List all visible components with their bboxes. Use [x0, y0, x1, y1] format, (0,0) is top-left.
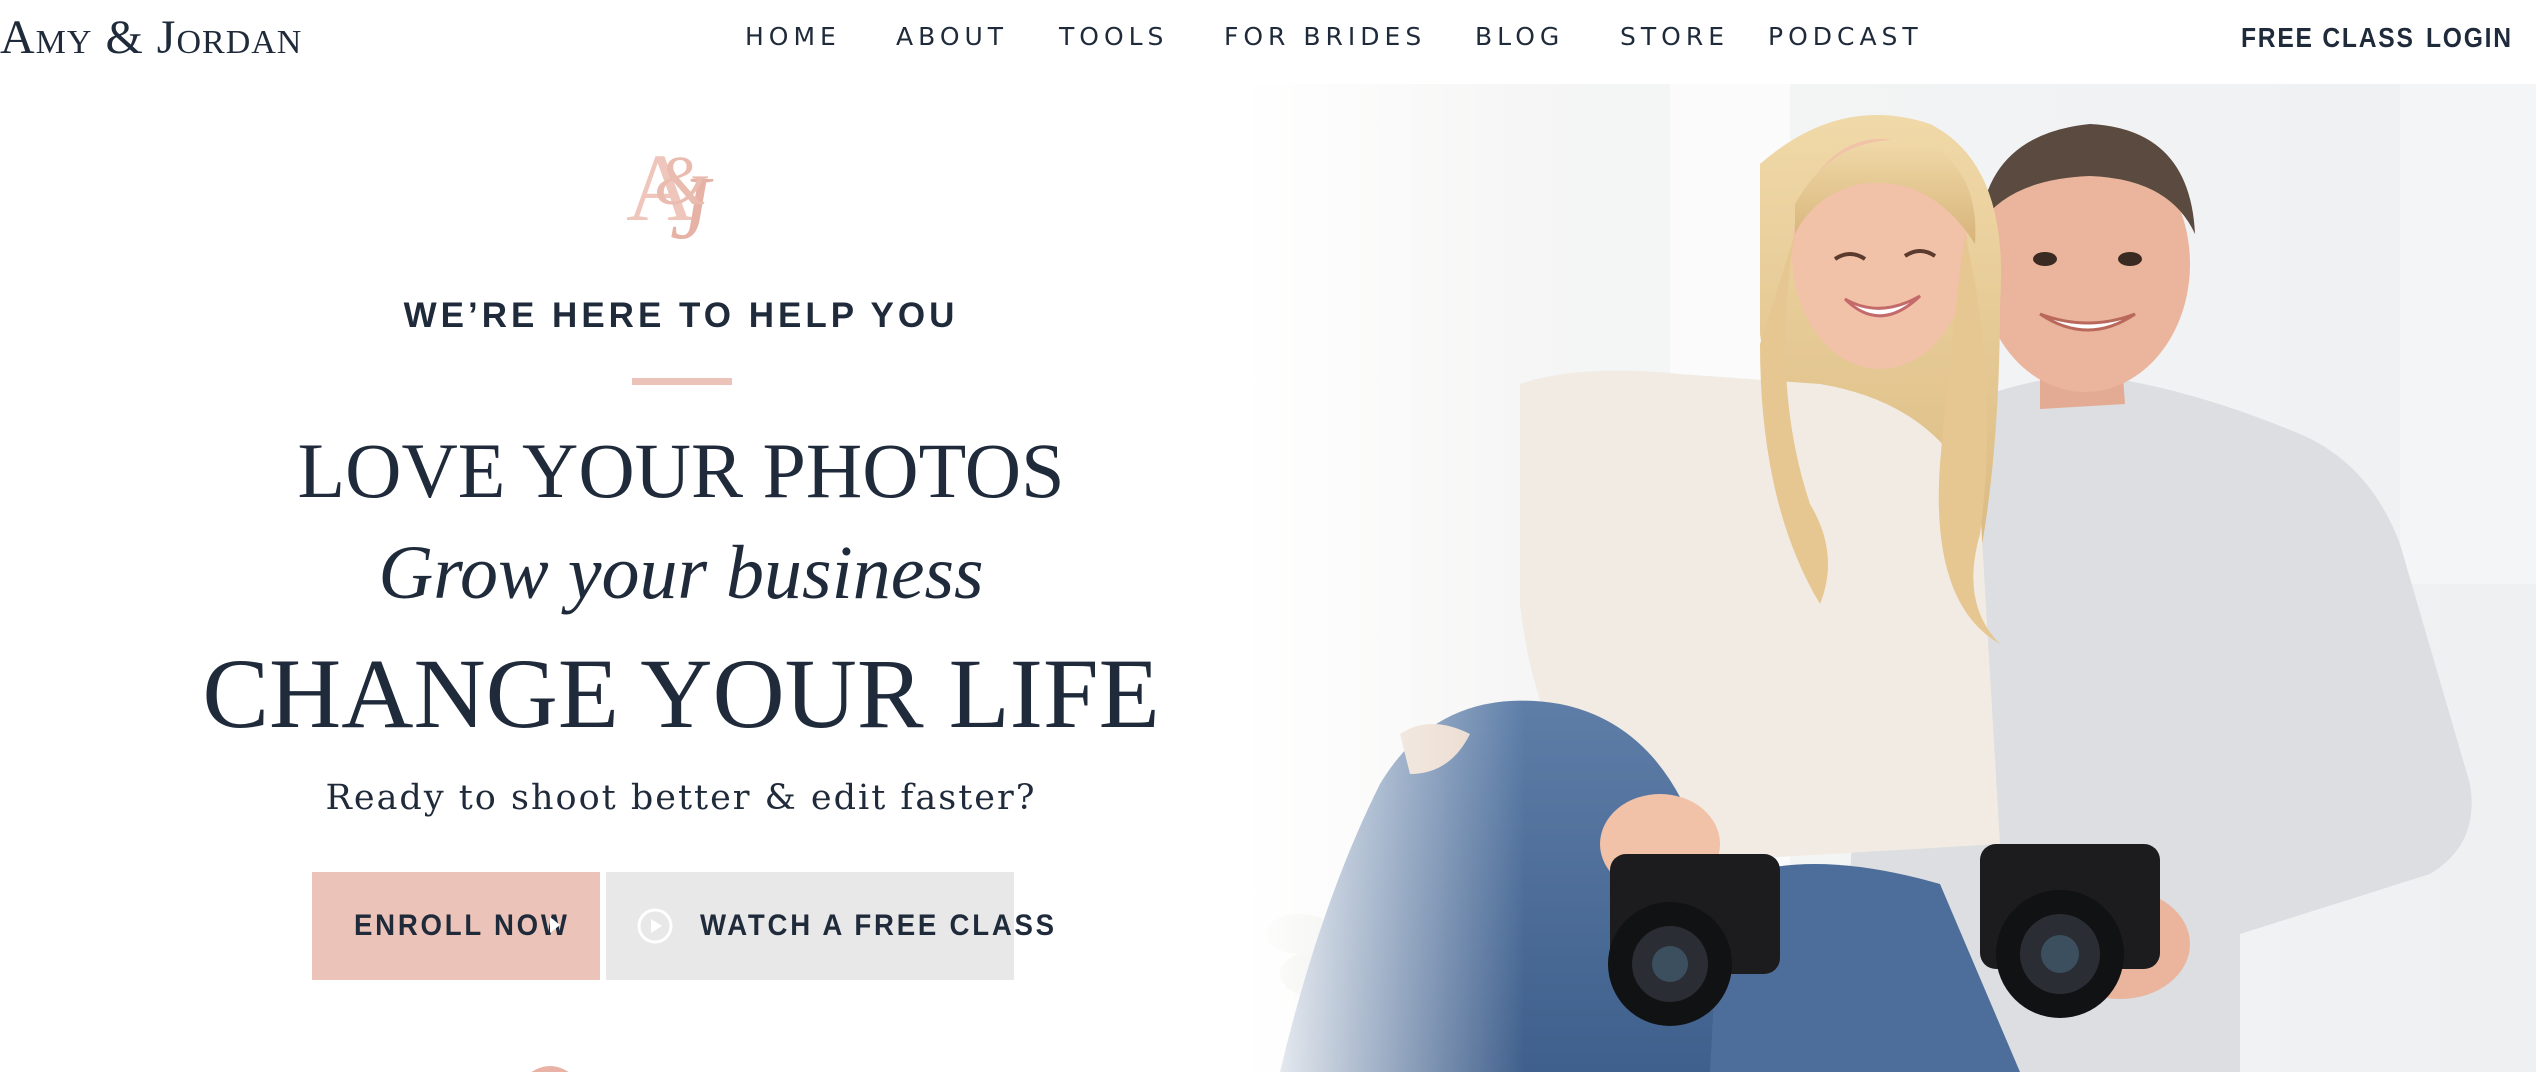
play-circle-icon [637, 908, 673, 944]
enroll-now-label: ENROLL NOW [354, 909, 570, 942]
login-link[interactable]: LOGIN [2426, 22, 2513, 54]
site-logo[interactable]: Amy & Jordan [0, 10, 302, 65]
kicker-divider [632, 378, 732, 385]
couple-with-cameras-photo [1240, 84, 2536, 1072]
headline-grow-your-business: Grow your business [378, 531, 984, 615]
site-header: Amy & Jordan HOME ABOUT TOOLS FOR BRIDES… [0, 0, 2536, 84]
hero-kicker: WE’RE HERE TO HELP YOU [403, 296, 959, 335]
watch-free-class-label: WATCH A FREE CLASS [700, 909, 1057, 942]
enroll-now-button[interactable]: ENROLL NOW [312, 872, 600, 980]
nav-blog[interactable]: BLOG [1475, 22, 1564, 51]
nav-about[interactable]: ABOUT [896, 22, 1008, 51]
hero-subtitle: Ready to shoot better & edit faster? [325, 778, 1037, 818]
nav-tools[interactable]: TOOLS [1059, 22, 1168, 51]
hero-photo [1240, 84, 2536, 1072]
headline-change-your-life: CHANGE YOUR LIFE [202, 638, 1160, 749]
play-arrow-icon [550, 917, 560, 933]
scroll-indicator-icon [531, 1066, 569, 1072]
svg-text:&: & [654, 143, 709, 220]
watch-free-class-button[interactable]: WATCH A FREE CLASS [606, 872, 1054, 980]
nav-store[interactable]: STORE [1620, 22, 1729, 51]
nav-for-brides[interactable]: FOR BRIDES [1224, 22, 1426, 51]
headline-love-your-photos: LOVE YOUR PHOTOS [297, 427, 1065, 514]
free-class-link[interactable]: FREE CLASS [2241, 22, 2415, 54]
aj-monogram-icon: A J & [626, 134, 714, 258]
nav-podcast[interactable]: PODCAST [1768, 22, 1923, 51]
nav-home[interactable]: HOME [745, 22, 841, 51]
